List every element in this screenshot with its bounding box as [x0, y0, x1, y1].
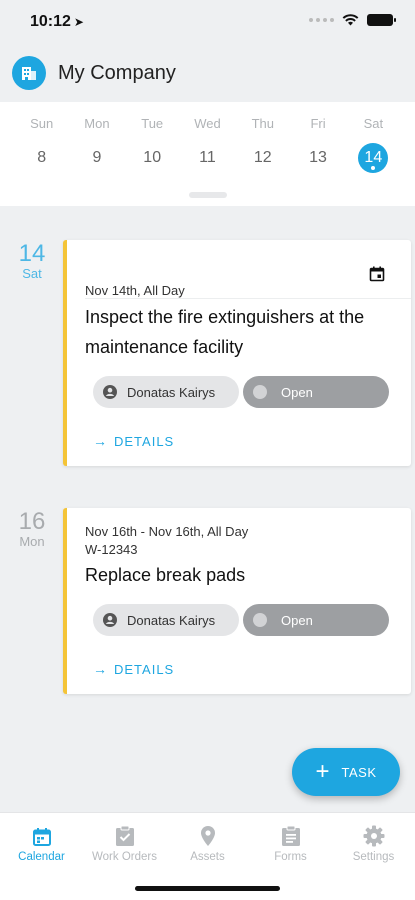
status-dot-icon	[253, 613, 267, 627]
details-link[interactable]: → DETAILS	[93, 433, 174, 449]
task-day-number: 14	[18, 240, 46, 267]
tab-label: Settings	[352, 851, 395, 863]
tab-assets[interactable]: Assets	[166, 821, 249, 863]
day-number: 11	[199, 149, 216, 166]
signal-icon	[309, 18, 334, 22]
status-dot-icon	[253, 385, 267, 399]
day-mon[interactable]: Mon 9	[69, 102, 124, 173]
task-day-name: Mon	[19, 534, 45, 549]
task-date-label: 14 Sat	[10, 240, 54, 281]
tab-label: Assets	[190, 851, 225, 863]
details-label: DETAILS	[114, 433, 175, 449]
divider	[85, 298, 411, 299]
add-task-label: TASK	[341, 764, 377, 780]
week-strip: Sun 8 Mon 9 Tue 10 Wed 11 Thu 12 Fri 13 …	[0, 102, 415, 206]
calendar-icon	[32, 828, 51, 846]
task-date-range: Nov 16th - Nov 16th, All Day	[85, 524, 249, 539]
home-indicator[interactable]	[135, 886, 280, 891]
map-pin-icon	[200, 826, 215, 846]
tab-label: Forms	[274, 851, 307, 863]
add-task-button[interactable]: + TASK	[292, 748, 400, 796]
gear-icon	[363, 825, 384, 847]
assignee-chip[interactable]: Donatas Kairys	[93, 376, 239, 408]
status-label: Open	[281, 384, 313, 400]
day-fri[interactable]: Fri 13	[290, 102, 345, 173]
plus-icon: +	[315, 758, 330, 785]
tab-calendar[interactable]: Calendar	[0, 821, 83, 863]
day-tue[interactable]: Tue 10	[125, 102, 180, 173]
day-sat[interactable]: Sat 14	[346, 102, 401, 173]
day-name: Sun	[30, 116, 54, 131]
day-wed[interactable]: Wed 11	[180, 102, 235, 173]
app-header: My Company	[0, 44, 415, 102]
tab-label: Calendar	[18, 851, 65, 863]
assignee-name: Donatas Kairys	[127, 612, 216, 628]
status-label: Open	[281, 612, 313, 628]
task-date-range: Nov 14th, All Day	[85, 283, 185, 298]
day-name: Mon	[84, 116, 110, 131]
user-icon	[103, 385, 117, 399]
arrow-right-icon: →	[93, 433, 108, 449]
details-link[interactable]: → DETAILS	[93, 661, 174, 677]
calendar-event-icon[interactable]	[369, 266, 385, 282]
details-label: DETAILS	[114, 661, 175, 677]
tab-work-orders[interactable]: Work Orders	[83, 821, 166, 863]
company-logo[interactable]	[12, 56, 46, 90]
day-name: Sat	[363, 116, 384, 131]
status-chip[interactable]: Open	[243, 604, 389, 636]
task-card[interactable]: Nov 16th - Nov 16th, All Day W-12343 Rep…	[63, 508, 411, 694]
task-title: Replace break pads	[85, 565, 246, 585]
task-day-number: 16	[18, 508, 46, 535]
status-time: 10:12	[30, 13, 71, 30]
selected-day-number: 14	[358, 143, 389, 173]
wifi-icon	[342, 14, 359, 26]
task-title: Inspect the fire extinguishers at the ma…	[85, 307, 365, 357]
building-icon	[22, 67, 36, 80]
day-name: Wed	[194, 116, 221, 131]
day-name: Thu	[251, 116, 274, 131]
battery-icon	[367, 14, 396, 26]
location-arrow-icon: ➤	[73, 15, 84, 29]
tab-forms[interactable]: Forms	[249, 821, 332, 863]
clipboard-list-icon	[281, 825, 300, 846]
tab-settings[interactable]: Settings	[332, 821, 415, 863]
day-number: 8	[37, 149, 47, 166]
company-name[interactable]: My Company	[58, 62, 176, 85]
task-card[interactable]: Nov 14th, All Day Inspect the fire extin…	[63, 240, 411, 466]
day-number: 9	[92, 149, 102, 166]
assignee-name: Donatas Kairys	[127, 384, 216, 400]
tab-label: Work Orders	[92, 851, 157, 863]
day-number: 12	[253, 149, 272, 166]
assignee-chip[interactable]: Donatas Kairys	[93, 604, 239, 636]
day-name: Tue	[141, 116, 164, 131]
day-sun[interactable]: Sun 8	[14, 102, 69, 173]
task-date-label: 16 Mon	[10, 508, 54, 549]
week-drag-handle[interactable]	[189, 192, 227, 198]
status-bar: 10:12 ➤	[0, 0, 415, 44]
day-thu[interactable]: Thu 12	[235, 102, 290, 173]
clipboard-check-icon	[115, 825, 134, 846]
day-name: Fri	[310, 116, 326, 131]
arrow-right-icon: →	[93, 661, 108, 677]
status-chip[interactable]: Open	[243, 376, 389, 408]
user-icon	[103, 613, 117, 627]
task-day-name: Sat	[22, 266, 42, 281]
day-number: 13	[309, 149, 327, 166]
tab-bar: Calendar Work Orders Assets Forms Settin…	[0, 812, 415, 900]
day-number: 10	[143, 149, 162, 166]
work-order-number: W-12343	[85, 542, 138, 557]
